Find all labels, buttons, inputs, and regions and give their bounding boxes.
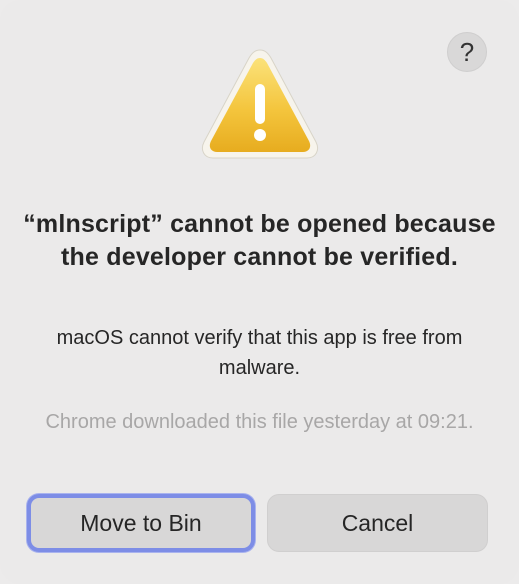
dialog-title: “mlnscript” cannot be opened because the… (23, 210, 496, 271)
cancel-button[interactable]: Cancel (267, 494, 488, 552)
cancel-label: Cancel (341, 509, 414, 536)
help-label: ? (459, 36, 475, 67)
security-alert-dialog: ? “mlnscript” cannot be opened because t… (0, 0, 519, 584)
move-to-bin-label: Move to Bin (80, 509, 202, 536)
help-button[interactable]: ? (447, 32, 487, 72)
warning-triangle-icon (201, 49, 319, 159)
download-note: Chrome downloaded this file yesterday at… (45, 411, 474, 433)
dialog-message: macOS cannot verify that this app is fre… (56, 327, 463, 379)
move-to-bin-button[interactable]: Move to Bin (27, 494, 255, 552)
